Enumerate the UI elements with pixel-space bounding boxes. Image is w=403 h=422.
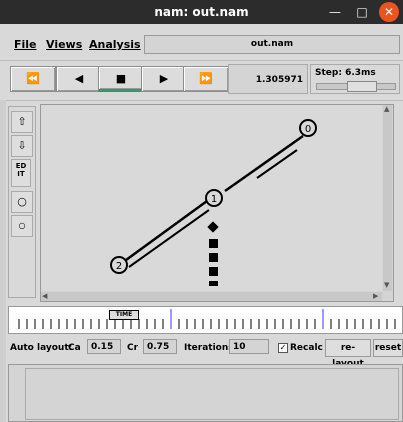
step-control: Step: 6.3ms xyxy=(310,64,400,94)
close-icon[interactable]: ✕ xyxy=(379,2,399,22)
left-resize-strip[interactable] xyxy=(0,100,6,422)
packet xyxy=(209,253,218,262)
relayout-button[interactable]: re-layout xyxy=(325,339,371,369)
menu-analysis-label: Analysis xyxy=(89,38,141,51)
step-label: Step: 6.3ms xyxy=(315,68,376,78)
canvas-horizontal-scrollbar[interactable]: ◀ ▶ xyxy=(41,292,382,301)
menu-file-label: File xyxy=(14,38,37,51)
fast-forward-icon: ⏩ xyxy=(199,72,213,85)
time-display: 1.305971 xyxy=(228,64,308,94)
network-svg: 0 1 2 xyxy=(110,119,317,286)
annotation-panel xyxy=(8,364,403,422)
circle-tool-icon[interactable]: ○ xyxy=(11,191,33,213)
tool-strip: ⇧ ⇩ ED IT ○ ○ xyxy=(8,106,36,298)
node-0-label: 0 xyxy=(305,124,311,135)
stop-icon: ■ xyxy=(115,72,127,85)
menubar: File Views Analysis out.nam xyxy=(0,24,403,61)
playback-controls: ⏪ ◀ ■ ▶ ⏩ 1.305971 Step: 6.3ms xyxy=(0,60,403,101)
timeline[interactable]: TIME xyxy=(8,306,403,334)
fast-forward-button[interactable]: ⏩ xyxy=(183,66,229,92)
ca-label: Ca xyxy=(68,343,81,353)
network-canvas[interactable]: 0 1 2 xyxy=(41,105,382,291)
stop-button[interactable]: ■ xyxy=(98,66,144,92)
packet xyxy=(207,221,219,233)
link-2-1 xyxy=(125,199,208,262)
menu-views[interactable]: Views xyxy=(46,38,82,51)
node-2-label: 2 xyxy=(116,261,122,272)
back-icon: ◀ xyxy=(74,72,84,85)
time-marker[interactable]: TIME xyxy=(109,310,139,320)
edit-label: ED IT xyxy=(15,162,27,178)
rewind-icon: ⏪ xyxy=(26,72,40,85)
node-0[interactable]: 0 xyxy=(299,119,317,137)
minimize-icon[interactable]: — xyxy=(325,2,345,22)
edit-button[interactable]: ED IT xyxy=(11,159,31,187)
zoom-out-icon[interactable]: ⇩ xyxy=(11,135,33,157)
packet xyxy=(209,281,218,286)
play-icon: ▶ xyxy=(159,72,169,85)
small-circle-tool-icon[interactable]: ○ xyxy=(11,215,33,237)
cr-label: Cr xyxy=(127,343,139,353)
recalc-label: Recalc xyxy=(290,343,323,353)
cr-input[interactable]: 0.75 xyxy=(143,339,177,354)
link-1-2-lower xyxy=(128,209,210,268)
iterations-label: Iterations xyxy=(184,343,234,353)
menu-file[interactable]: File xyxy=(14,38,37,51)
auto-layout-bar: Auto layout: Ca 0.15 Cr 0.75 Iterations … xyxy=(0,336,403,369)
filename-display: out.nam xyxy=(144,35,400,54)
node-2[interactable]: 2 xyxy=(110,256,128,274)
maximize-icon[interactable]: □ xyxy=(352,2,372,22)
scroll-right-icon[interactable]: ▶ xyxy=(373,292,378,300)
step-slider[interactable] xyxy=(316,81,396,92)
zoom-in-icon[interactable]: ⇧ xyxy=(11,111,33,133)
packet xyxy=(209,267,218,276)
play-button[interactable]: ▶ xyxy=(141,66,187,92)
step-slider-thumb[interactable] xyxy=(347,81,377,92)
scroll-down-icon[interactable]: ▼ xyxy=(384,281,389,289)
step-back-button[interactable]: ◀ xyxy=(56,66,102,92)
canvas-vertical-scrollbar[interactable]: ▲ ▼ xyxy=(383,105,392,291)
link-1-0 xyxy=(224,134,304,193)
menu-views-label: Views xyxy=(46,38,83,51)
node-1-label: 1 xyxy=(211,194,217,205)
scroll-left-icon[interactable]: ◀ xyxy=(42,292,47,300)
window-titlebar: nam: out.nam — □ ✕ xyxy=(0,0,403,24)
rewind-button[interactable]: ⏪ xyxy=(10,66,56,92)
node-1[interactable]: 1 xyxy=(205,189,223,207)
annotation-list[interactable] xyxy=(25,368,399,420)
menu-analysis[interactable]: Analysis xyxy=(89,38,141,51)
iterations-input[interactable]: 10 xyxy=(229,339,269,354)
scroll-up-icon[interactable]: ▲ xyxy=(384,105,389,113)
auto-layout-label: Auto layout: xyxy=(10,343,73,353)
timeline-ticks xyxy=(18,309,396,329)
recalc-checkbox[interactable]: ✓ xyxy=(278,343,288,353)
reset-button[interactable]: reset xyxy=(373,339,403,357)
network-canvas-frame: 0 1 2 ▲ ▼ ◀ ▶ xyxy=(40,104,394,302)
packet xyxy=(209,239,218,248)
ca-input[interactable]: 0.15 xyxy=(87,339,121,354)
